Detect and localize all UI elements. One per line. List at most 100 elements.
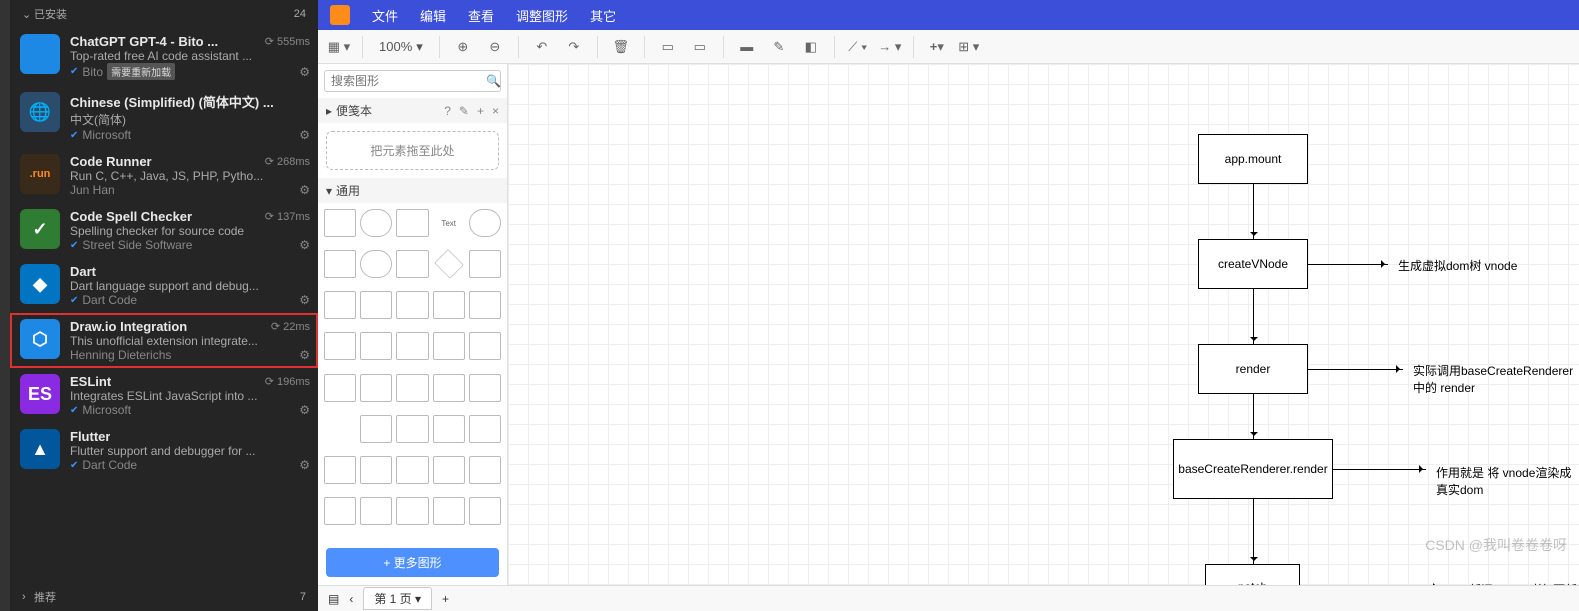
gear-icon[interactable]: ⚙ (299, 183, 310, 197)
menu-view[interactable]: 查看 (468, 6, 494, 25)
shape-swatch[interactable] (433, 456, 465, 484)
flowchart-annotation[interactable]: diff 新旧vnode对比 更新渲染 (1450, 581, 1579, 585)
extension-item[interactable]: 🌐 Chinese (Simplified) (简体中文) ... 中文(简体)… (10, 86, 318, 148)
reload-badge[interactable]: 需要重新加载 (107, 63, 175, 80)
gear-icon[interactable]: ⚙ (299, 65, 310, 79)
shape-swatch[interactable] (360, 332, 392, 360)
gear-icon[interactable]: ⚙ (299, 238, 310, 252)
more-shapes-button[interactable]: + 更多图形 (326, 548, 499, 577)
menu-extras[interactable]: 其它 (590, 6, 616, 25)
gear-icon[interactable]: ⚙ (299, 128, 310, 142)
scratchpad-header[interactable]: ▸便笺本 ?✎+× (318, 98, 507, 123)
menu-file[interactable]: 文件 (372, 6, 398, 25)
insert-icon[interactable]: + ▾ (924, 34, 950, 60)
zoom-in-icon[interactable]: ⊕ (450, 34, 476, 60)
shape-swatch[interactable] (396, 456, 428, 484)
flowchart-annotation[interactable]: 作用就是 将 vnode渲染成 真实dom (1436, 464, 1579, 498)
shape-swatch[interactable] (324, 209, 356, 237)
shape-swatch[interactable] (360, 374, 392, 402)
shape-swatch[interactable] (469, 250, 501, 278)
table-icon[interactable]: ⊞ ▾ (956, 34, 982, 60)
shape-swatch[interactable] (324, 291, 356, 319)
scratchpad-dropzone[interactable]: 把元素拖至此处 (326, 131, 499, 170)
shape-swatch[interactable] (469, 456, 501, 484)
shape-swatch[interactable] (360, 415, 392, 443)
gear-icon[interactable]: ⚙ (299, 293, 310, 307)
gear-icon[interactable]: ⚙ (299, 348, 310, 362)
extension-item[interactable]: ⬡ Draw.io Integration ⟳ 22ms This unoffi… (10, 313, 318, 368)
waypoint-icon[interactable]: → ▾ (877, 34, 903, 60)
shape-swatch[interactable] (469, 497, 501, 525)
shape-swatch[interactable]: Text (433, 209, 465, 237)
shape-swatch[interactable] (433, 374, 465, 402)
pages-icon[interactable]: ▤ (328, 592, 339, 606)
flowchart-node[interactable]: patch (1205, 564, 1300, 585)
view-mode-button[interactable]: ▦ ▾ (326, 34, 352, 60)
gear-icon[interactable]: ⚙ (299, 458, 310, 472)
recommended-section-header[interactable]: › 推荐 7 (10, 583, 318, 611)
shape-swatch[interactable] (360, 497, 392, 525)
delete-icon[interactable]: 🗑 (608, 34, 634, 60)
to-front-icon[interactable]: ▭ (655, 34, 681, 60)
shape-swatch[interactable] (396, 250, 428, 278)
close-icon[interactable]: × (492, 104, 499, 118)
help-icon[interactable]: ? (444, 104, 451, 118)
shape-swatch[interactable] (396, 497, 428, 525)
shape-swatch[interactable] (324, 415, 356, 443)
menu-arrange[interactable]: 调整图形 (516, 6, 568, 25)
connection-icon[interactable]: ⟋ ▾ (845, 34, 871, 60)
shape-swatch[interactable] (324, 497, 356, 525)
shape-swatch[interactable] (469, 374, 501, 402)
shape-swatch[interactable] (433, 497, 465, 525)
line-color-icon[interactable]: ✎ (766, 34, 792, 60)
activity-bar[interactable] (0, 0, 10, 611)
shape-swatch[interactable] (324, 332, 356, 360)
extension-item[interactable]: ChatGPT GPT-4 - Bito ... ⟳ 555ms Top-rat… (10, 28, 318, 86)
general-shapes-header[interactable]: ▾通用 (318, 178, 507, 203)
installed-section-header[interactable]: ⌄ 已安装 24 (10, 0, 318, 28)
flowchart-node[interactable]: baseCreateRenderer.render (1173, 439, 1333, 499)
to-back-icon[interactable]: ▭ (687, 34, 713, 60)
extension-item[interactable]: ◆ Dart Dart language support and debug..… (10, 258, 318, 313)
shape-swatch[interactable] (469, 332, 501, 360)
flowchart-annotation[interactable]: 实际调用baseCreateRenderer 中的 render (1413, 362, 1579, 396)
extension-item[interactable]: .run Code Runner ⟳ 268ms Run C, C++, Jav… (10, 148, 318, 203)
search-shapes-input[interactable]: 🔍 (324, 70, 501, 92)
shape-swatch[interactable] (433, 291, 465, 319)
shape-swatch[interactable] (396, 374, 428, 402)
flowchart-node[interactable]: createVNode (1198, 239, 1308, 289)
menu-edit[interactable]: 编辑 (420, 6, 446, 25)
search-field[interactable] (331, 74, 486, 88)
gear-icon[interactable]: ⚙ (299, 403, 310, 417)
shape-swatch[interactable] (360, 250, 392, 278)
extension-item[interactable]: ✓ Code Spell Checker ⟳ 137ms Spelling ch… (10, 203, 318, 258)
shape-swatch[interactable] (469, 415, 501, 443)
shape-swatch[interactable] (324, 250, 356, 278)
shape-swatch[interactable] (396, 332, 428, 360)
page-tab[interactable]: 第 1 页 ▾ (363, 587, 432, 610)
undo-icon[interactable]: ↶ (529, 34, 555, 60)
shape-swatch[interactable] (434, 249, 464, 279)
edit-icon[interactable]: ✎ (459, 104, 469, 118)
extension-item[interactable]: ES ESLint ⟳ 196ms Integrates ESLint Java… (10, 368, 318, 423)
shape-swatch[interactable] (396, 291, 428, 319)
shape-swatch[interactable] (360, 209, 392, 237)
flowchart-node[interactable]: render (1198, 344, 1308, 394)
add-page-icon[interactable]: + (442, 592, 449, 606)
shape-swatch[interactable] (324, 374, 356, 402)
zoom-control[interactable]: 100% ▾ (373, 39, 429, 55)
extension-item[interactable]: ▲ Flutter Flutter support and debugger f… (10, 423, 318, 478)
zoom-out-icon[interactable]: ⊖ (482, 34, 508, 60)
shape-swatch[interactable] (469, 209, 501, 237)
shadow-icon[interactable]: ◧ (798, 34, 824, 60)
shape-swatch[interactable] (360, 456, 392, 484)
shape-swatch[interactable] (433, 415, 465, 443)
shape-swatch[interactable] (396, 209, 428, 237)
flowchart-node[interactable]: app.mount (1198, 134, 1308, 184)
prev-page-icon[interactable]: ‹ (349, 592, 353, 606)
shape-swatch[interactable] (433, 332, 465, 360)
fill-color-icon[interactable]: ▬ (734, 34, 760, 60)
shape-swatch[interactable] (324, 456, 356, 484)
shape-swatch[interactable] (396, 415, 428, 443)
shape-swatch[interactable] (469, 291, 501, 319)
